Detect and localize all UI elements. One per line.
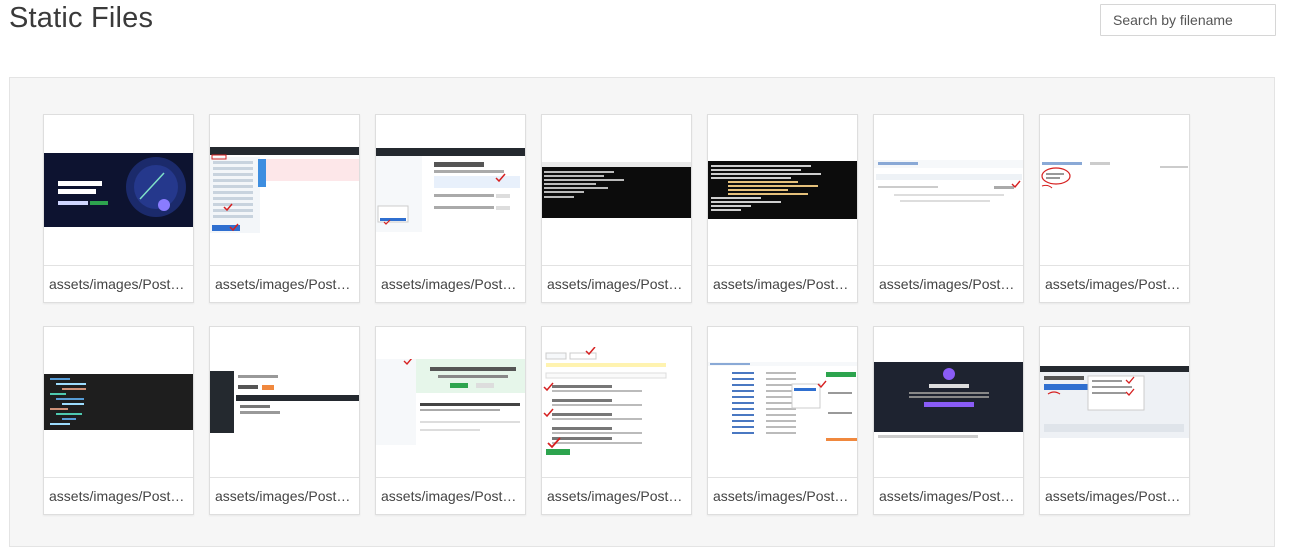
file-grid: assets/images/Post1... assets/images/Post… bbox=[43, 114, 1190, 515]
page-title: Static Files bbox=[9, 2, 154, 34]
file-name-label: assets/images/Post1... bbox=[1040, 266, 1189, 302]
file-name-label: assets/images/Post1... bbox=[1040, 478, 1189, 514]
search-input[interactable] bbox=[1100, 4, 1276, 36]
file-name-label: assets/images/Post1... bbox=[542, 266, 691, 302]
file-thumbnail[interactable] bbox=[708, 327, 857, 478]
file-thumbnail[interactable] bbox=[542, 115, 691, 266]
file-name-text: assets/images/Post1... bbox=[381, 276, 520, 292]
file-thumbnail[interactable] bbox=[44, 115, 193, 266]
file-name-text: assets/images/Post1... bbox=[1045, 488, 1184, 504]
file-name-text: assets/images/Post1... bbox=[215, 488, 354, 504]
file-name-label: assets/images/Post1... bbox=[210, 266, 359, 302]
file-tile[interactable]: assets/images/Post1... bbox=[375, 326, 526, 515]
file-thumbnail[interactable] bbox=[376, 115, 525, 266]
file-name-label: assets/images/Post1... bbox=[874, 478, 1023, 514]
file-thumbnail[interactable] bbox=[874, 327, 1023, 478]
file-tile[interactable]: assets/images/Post1... bbox=[209, 114, 360, 303]
file-name-text: assets/images/Post1... bbox=[1045, 276, 1184, 292]
file-tile[interactable]: assets/images/Post1... bbox=[375, 114, 526, 303]
file-thumbnail[interactable] bbox=[1040, 327, 1189, 478]
file-name-text: assets/images/Post1... bbox=[381, 488, 520, 504]
file-tile[interactable]: assets/images/Post1... bbox=[1039, 114, 1190, 303]
file-tile[interactable]: assets/images/Post1... bbox=[209, 326, 360, 515]
file-thumbnail[interactable] bbox=[44, 327, 193, 478]
file-name-text: assets/images/Post1... bbox=[879, 276, 1018, 292]
file-name-label: assets/images/Post1... bbox=[542, 478, 691, 514]
file-name-label: assets/images/Post1... bbox=[44, 266, 193, 302]
file-name-text: assets/images/Post1... bbox=[547, 276, 686, 292]
file-name-label: assets/images/Post1... bbox=[210, 478, 359, 514]
file-tile[interactable]: assets/images/Post1... bbox=[707, 326, 858, 515]
file-name-label: assets/images/Post1... bbox=[874, 266, 1023, 302]
file-name-text: assets/images/Post1... bbox=[215, 276, 354, 292]
file-thumbnail[interactable] bbox=[1040, 115, 1189, 266]
file-name-label: assets/images/Post1... bbox=[708, 478, 857, 514]
file-thumbnail[interactable] bbox=[210, 115, 359, 266]
file-tile[interactable]: assets/images/Post1... bbox=[873, 114, 1024, 303]
file-tile[interactable]: assets/images/Post1... bbox=[873, 326, 1024, 515]
file-tile[interactable]: assets/images/Post1... bbox=[43, 326, 194, 515]
file-name-label: assets/images/Post1... bbox=[708, 266, 857, 302]
file-tile[interactable]: assets/images/Post1... bbox=[1039, 326, 1190, 515]
file-name-text: assets/images/Post1... bbox=[49, 488, 188, 504]
file-tile[interactable]: assets/images/Post1... bbox=[43, 114, 194, 303]
file-name-text: assets/images/Post1... bbox=[879, 488, 1018, 504]
file-thumbnail[interactable] bbox=[542, 327, 691, 478]
file-tile[interactable]: assets/images/Post1... bbox=[707, 114, 858, 303]
file-name-label: assets/images/Post1... bbox=[376, 478, 525, 514]
file-tile[interactable]: assets/images/Post1... bbox=[541, 114, 692, 303]
file-tile[interactable]: assets/images/Post1... bbox=[541, 326, 692, 515]
file-thumbnail[interactable] bbox=[376, 327, 525, 478]
files-panel: assets/images/Post1... assets/images/Post… bbox=[9, 77, 1275, 547]
file-name-text: assets/images/Post1... bbox=[547, 488, 686, 504]
file-thumbnail[interactable] bbox=[210, 327, 359, 478]
file-name-label: assets/images/Post1... bbox=[376, 266, 525, 302]
file-name-text: assets/images/Post1... bbox=[49, 276, 188, 292]
file-name-text: assets/images/Post1... bbox=[713, 488, 852, 504]
file-thumbnail[interactable] bbox=[874, 115, 1023, 266]
file-name-label: assets/images/Post1... bbox=[44, 478, 193, 514]
file-thumbnail[interactable] bbox=[708, 115, 857, 266]
file-name-text: assets/images/Post1... bbox=[713, 276, 852, 292]
